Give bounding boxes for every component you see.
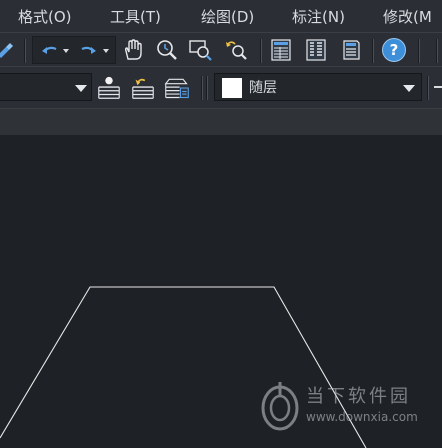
redo-icon: [81, 46, 109, 54]
toolbar-separator: [201, 76, 203, 100]
layers-toolbar: 随层: [0, 67, 442, 109]
zoom-realtime-button[interactable]: [154, 37, 180, 63]
toolbar-separator: [24, 39, 26, 63]
menu-draw[interactable]: 绘图(D): [201, 6, 254, 28]
standard-toolbar: ?: [0, 33, 442, 67]
toolbar-separator: [418, 39, 420, 63]
color-swatch: [222, 78, 242, 98]
watermark-logo-icon: [261, 382, 299, 431]
properties-palette-icon: [271, 39, 291, 61]
color-dropdown-value: 随层: [249, 80, 277, 96]
undo-icon: [42, 46, 69, 54]
layer-states-icon: [98, 76, 120, 99]
menu-bar: 格式(O) 工具(T) 绘图(D) 标注(N) 修改(M: [0, 0, 442, 33]
help-icon: ?: [382, 38, 406, 62]
pan-button[interactable]: [120, 37, 146, 63]
menu-tools[interactable]: 工具(T): [110, 6, 161, 28]
layer-manager-button[interactable]: [164, 75, 190, 101]
toolbar-separator: [206, 76, 208, 100]
color-dropdown[interactable]: 随层: [214, 73, 422, 101]
design-center-button[interactable]: [303, 37, 329, 63]
zoom-window-icon: [189, 40, 212, 61]
watermark: 当下软件园 www.downxia.com: [258, 380, 442, 448]
drawing-tab-strip: [0, 109, 442, 135]
tool-palette-button[interactable]: [338, 37, 364, 63]
undo-button[interactable]: [37, 37, 73, 63]
chevron-down-icon: [403, 85, 415, 92]
properties-button[interactable]: [268, 37, 294, 63]
layer-previous-button[interactable]: [130, 75, 156, 101]
toolbar-separator: [372, 39, 374, 63]
redo-button[interactable]: [77, 37, 113, 63]
menu-modify[interactable]: 修改(M: [383, 6, 432, 28]
layer-dropdown[interactable]: [0, 73, 92, 101]
pan-hand-icon: [124, 39, 142, 60]
toolbar-separator: [260, 39, 262, 63]
toolbar-separator: [436, 39, 438, 63]
layer-states-button[interactable]: [96, 75, 122, 101]
watermark-url: www.downxia.com: [306, 410, 418, 424]
design-center-icon: [306, 39, 326, 61]
tool-palette-icon: [343, 40, 360, 60]
zoom-previous-icon: [226, 41, 247, 60]
toolbar-separator: [427, 76, 429, 100]
linetype-dropdown-edge[interactable]: [434, 86, 442, 88]
layer-manager-icon: [164, 78, 189, 99]
layer-previous-icon: [132, 78, 154, 99]
help-button[interactable]: ?: [381, 37, 407, 63]
watermark-brand: 当下软件园: [306, 386, 411, 407]
zoom-window-button[interactable]: [188, 37, 214, 63]
zoom-realtime-icon: [157, 40, 177, 60]
cad-application-window: 格式(O) 工具(T) 绘图(D) 标注(N) 修改(M ? 随层 当下软件园 …: [0, 0, 442, 448]
chevron-down-icon: [75, 85, 87, 92]
help-icon-glyph: ?: [389, 40, 399, 59]
zoom-previous-button[interactable]: [224, 37, 250, 63]
menu-dimension[interactable]: 标注(N): [292, 6, 345, 28]
menu-format[interactable]: 格式(O): [18, 6, 72, 28]
pin-icon[interactable]: [0, 37, 18, 63]
